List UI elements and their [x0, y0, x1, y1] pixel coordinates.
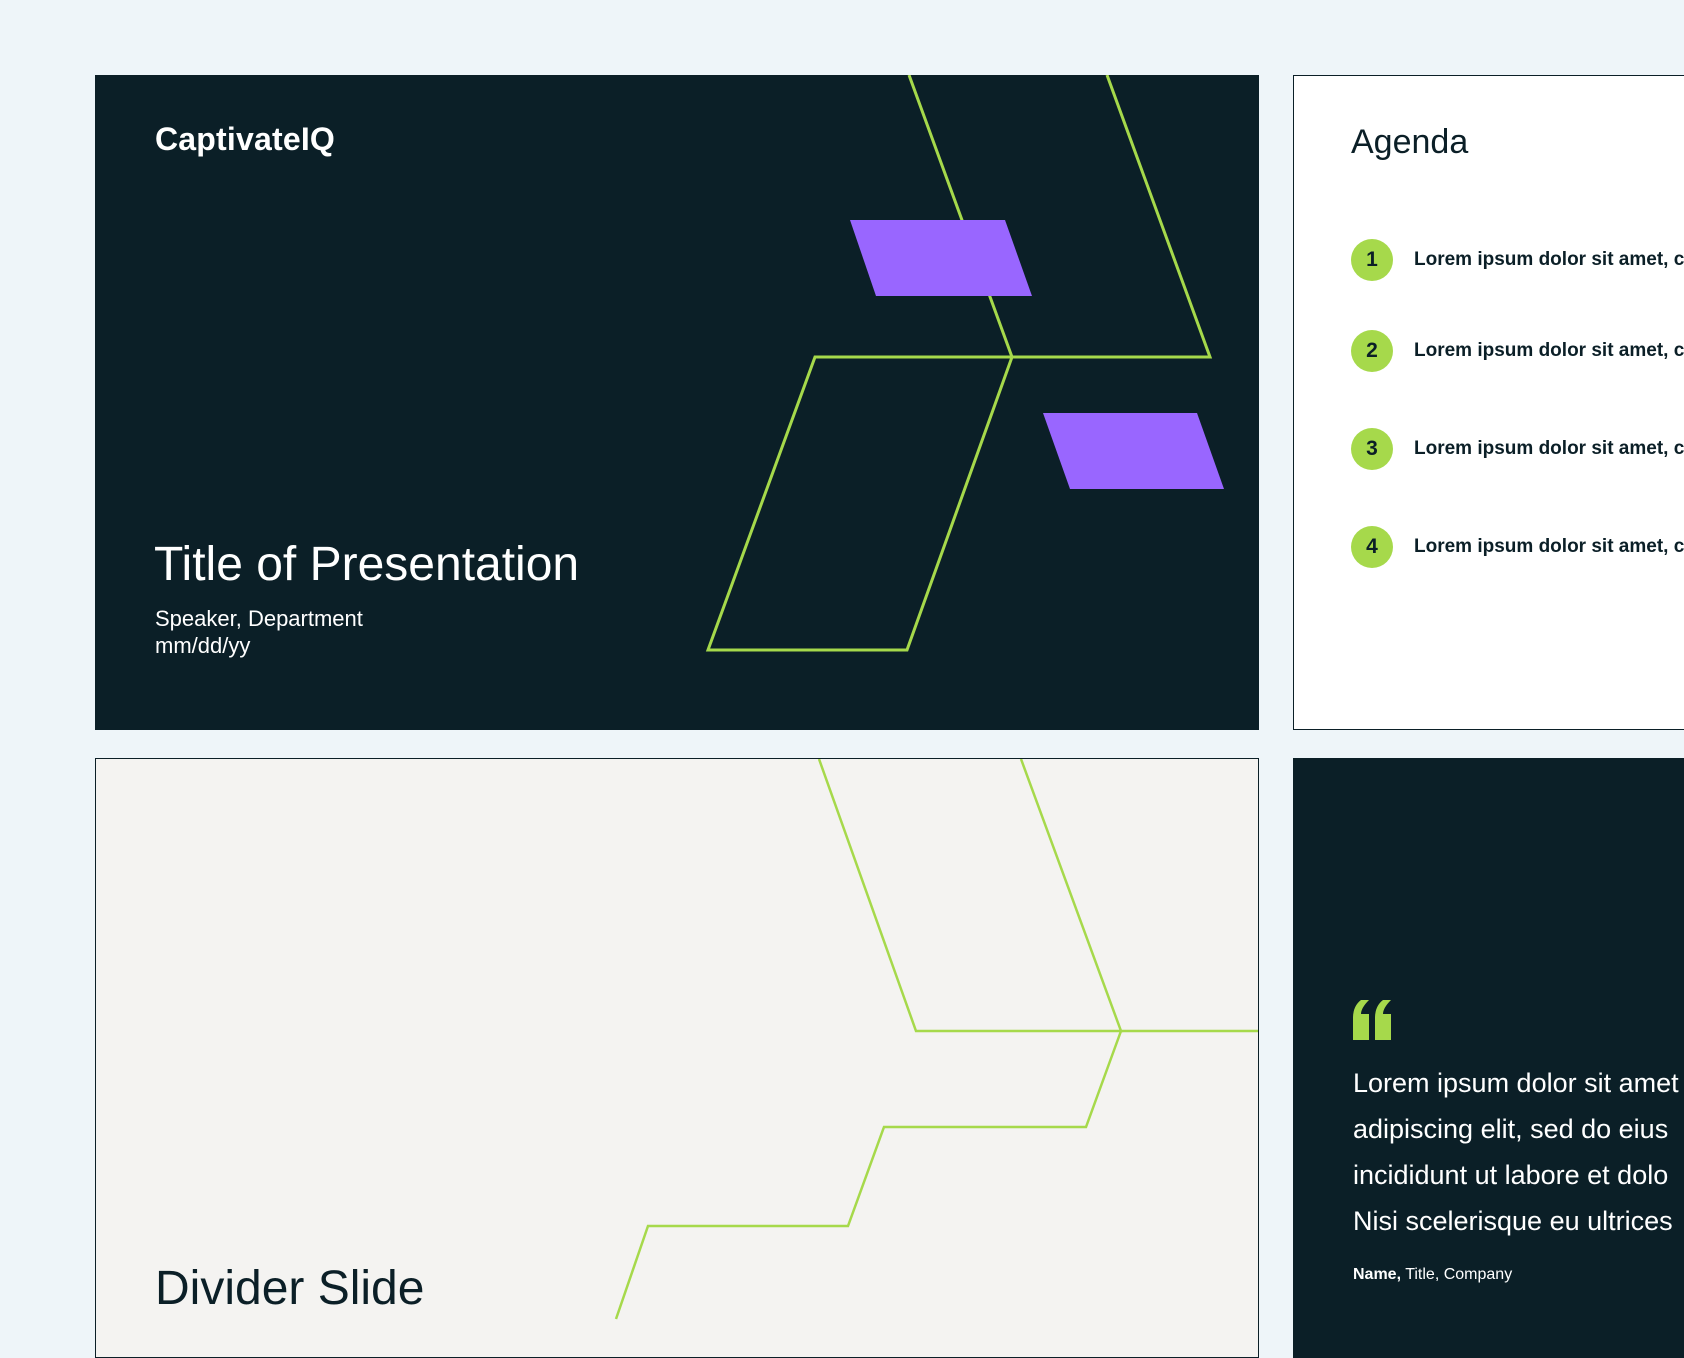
quote-slide[interactable]: Lorem ipsum dolor sit amet adipiscing el…	[1293, 758, 1684, 1358]
attribution-title-company: Title, Company	[1401, 1266, 1513, 1283]
agenda-item: 3 Lorem ipsum dolor sit amet, c	[1351, 427, 1684, 471]
agenda-title: Agenda	[1351, 123, 1469, 161]
agenda-number-badge: 4	[1351, 526, 1393, 568]
divider-title: Divider Slide	[155, 1262, 425, 1315]
agenda-number-badge: 2	[1351, 330, 1393, 372]
title-slide[interactable]: CaptivateIQ Title of Presentation Speake…	[95, 75, 1259, 730]
agenda-item-text: Lorem ipsum dolor sit amet, c	[1414, 438, 1684, 459]
agenda-slide[interactable]: Agenda 1 Lorem ipsum dolor sit amet, c 2…	[1293, 75, 1684, 730]
presentation-title: Title of Presentation	[154, 538, 580, 591]
agenda-item-text: Lorem ipsum dolor sit amet, c	[1414, 340, 1684, 361]
quote-line: incididunt ut labore et dolo	[1353, 1160, 1669, 1190]
agenda-number-badge: 3	[1351, 428, 1393, 470]
divider-slide[interactable]: Divider Slide	[95, 758, 1259, 1358]
presentation-date: mm/dd/yy	[155, 633, 251, 658]
agenda-item: 2 Lorem ipsum dolor sit amet, c	[1351, 329, 1684, 373]
attribution-name: Name,	[1353, 1266, 1402, 1283]
agenda-item-text: Lorem ipsum dolor sit amet, c	[1414, 536, 1684, 557]
brand-logo: CaptivateIQ	[155, 121, 336, 157]
speaker-department: Speaker, Department	[155, 606, 363, 631]
quote-line: adipiscing elit, sed do eius	[1353, 1114, 1669, 1144]
quote-line: Nisi scelerisque eu ultrices	[1353, 1206, 1673, 1236]
agenda-item: 1 Lorem ipsum dolor sit amet, c	[1351, 238, 1684, 282]
agenda-item-text: Lorem ipsum dolor sit amet, c	[1414, 249, 1684, 270]
agenda-item: 4 Lorem ipsum dolor sit amet, c	[1351, 525, 1684, 569]
quote-line: Lorem ipsum dolor sit amet	[1353, 1068, 1679, 1098]
agenda-number-badge: 1	[1351, 239, 1393, 281]
quote-text: Lorem ipsum dolor sit amet adipiscing el…	[1353, 1060, 1684, 1244]
quote-attribution: Name, Title, Company	[1353, 1266, 1512, 1284]
